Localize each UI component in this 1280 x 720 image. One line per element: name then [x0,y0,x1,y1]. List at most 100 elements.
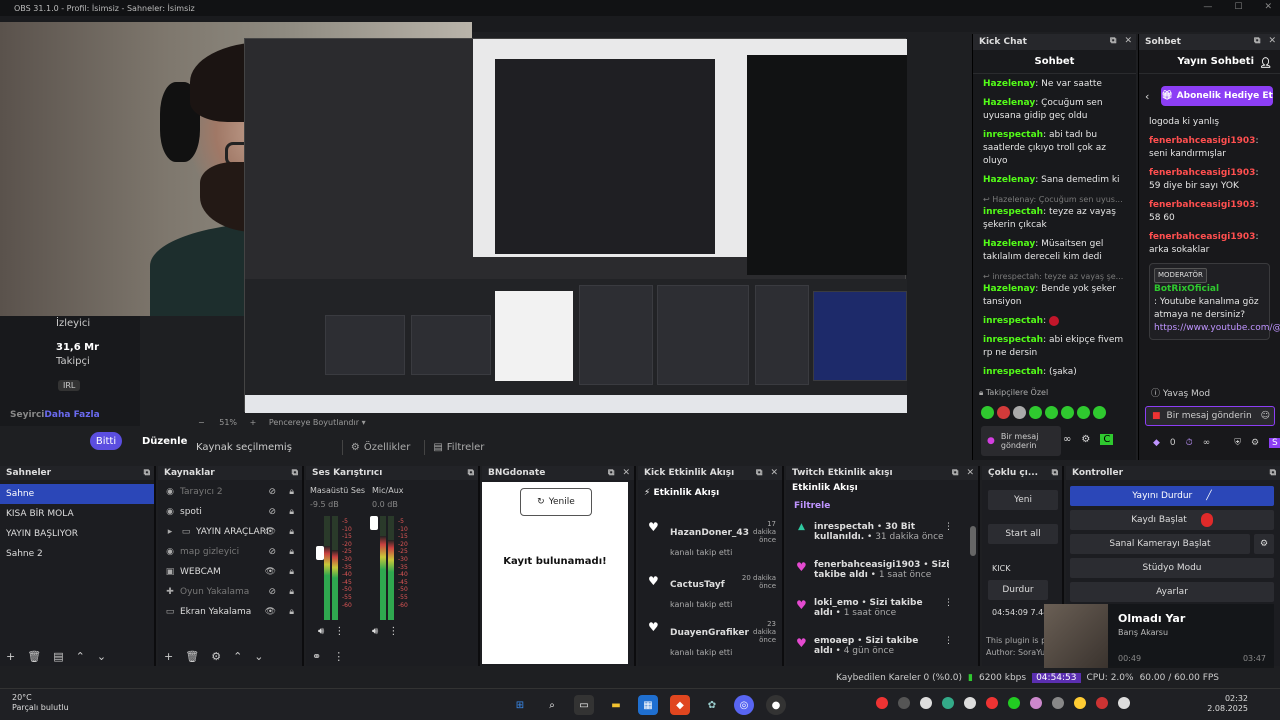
discord-icon[interactable]: ◎ [734,695,754,715]
chat-user[interactable]: fenerbahceasigi1903 [1149,168,1255,178]
close-icon[interactable]: ✕ [1264,2,1272,12]
more-icon[interactable]: ⋮ [388,626,398,637]
chat-user[interactable]: Hazelenay [983,175,1035,185]
chat-user[interactable]: inrespectah [983,316,1043,326]
gear-icon[interactable]: ⚙ [1081,434,1090,445]
speaker-icon[interactable]: 🔊︎ [318,626,324,637]
link-icon[interactable]: ⚭ [312,650,321,663]
gift-subscription-button[interactable]: 🎁︎ Abonelik Hediye Et [1161,86,1273,106]
undock-icon[interactable]: ⧉ [608,468,614,478]
obs-icon[interactable]: ● [766,695,786,715]
chat-user[interactable]: inrespectah [983,335,1043,345]
lock-icon[interactable]: 🔒︎ [289,507,294,517]
studio-mode-button[interactable]: Stüdyo Modu [1070,558,1274,578]
eye-off-icon[interactable]: ⊘ [268,507,276,517]
chat-user[interactable]: inrespectah [983,130,1043,140]
irl-tag[interactable]: IRL [58,380,81,391]
settings-app-icon[interactable]: ✿ [702,695,722,715]
speaker-icon[interactable]: 🔊︎ [372,626,378,637]
tray-icon[interactable] [1008,697,1020,709]
chevron-down-icon[interactable]: ⌄ [254,650,263,663]
chat-user[interactable]: fenerbahceasigi1903 [1149,136,1255,146]
feed-user[interactable]: CactusTayf [670,580,725,590]
search-icon[interactable]: ⌕ [542,695,562,715]
emote-icon[interactable] [997,406,1010,419]
tray-icon[interactable] [964,697,976,709]
undock-icon[interactable]: ⧉ [1052,468,1058,478]
undock-icon[interactable]: ⧉ [1254,36,1260,46]
timer-icon[interactable]: ⏱ [1186,438,1193,448]
close-icon[interactable]: ✕ [622,468,630,478]
settings-button[interactable]: Ayarlar [1070,582,1274,602]
tray-icon[interactable] [1030,697,1042,709]
filters-button[interactable]: ▤ Filtreler [424,439,492,455]
start-record-button[interactable]: Kaydı Başlat [1070,510,1274,530]
more-icon[interactable]: ⋮ [334,626,344,637]
eye-off-icon[interactable]: ⊘ [268,547,276,557]
infinity-icon[interactable]: ∞ [1063,434,1071,445]
virtual-camera-button[interactable]: Sanal Kamerayı Başlat [1070,534,1250,554]
close-icon[interactable]: ✕ [770,468,778,478]
emote-icon[interactable] [1029,406,1042,419]
chevron-right-icon[interactable]: ▸ [164,527,176,537]
store-icon[interactable]: ▦ [638,695,658,715]
windows-start-icon[interactable]: ⊞ [510,695,530,715]
more-icon[interactable]: ⋮ [333,650,344,663]
volume-slider[interactable] [370,516,378,530]
file-explorer-icon[interactable]: ▬ [606,695,626,715]
undock-icon[interactable]: ⧉ [756,468,762,478]
lock-icon[interactable]: 🔒︎ [289,527,294,537]
tray-icon[interactable] [942,697,954,709]
fit-to-window[interactable]: Pencereye Boyutlandır [269,418,359,427]
weather-widget[interactable]: 20°C Parçalı bulutlu [12,693,69,713]
chat-user[interactable]: BotRixOficial [1154,284,1219,294]
feed-user[interactable]: fenerbahceasigi1903 [814,560,920,570]
source-item[interactable]: ✚ Oyun Yakalama ⊘ 🔒︎ [158,582,302,602]
emote-icon[interactable] [1061,406,1074,419]
undock-icon[interactable]: ⧉ [952,468,958,478]
eye-icon[interactable]: 👁︎ [265,527,276,537]
users-icon[interactable]: 👤︎ [1259,58,1272,69]
task-view-icon[interactable]: ▭ [574,695,594,715]
add-icon[interactable]: + [6,650,15,663]
add-icon[interactable]: + [164,650,173,663]
emote-icon[interactable] [981,406,994,419]
chevron-up-icon[interactable]: ⌃ [233,650,242,663]
gear-icon[interactable]: ⚙ [211,650,221,663]
source-item[interactable]: ◉ Tarayıcı 2 ⊘ 🔒︎ [158,482,302,502]
scene-item[interactable]: KISA BİR MOLA [0,504,154,524]
clock[interactable]: 02:32 2.08.2025 [1207,694,1248,714]
tray-icon[interactable] [1118,697,1130,709]
tray-icon[interactable] [1052,697,1064,709]
close-icon[interactable]: ✕ [1124,36,1132,46]
trash-icon[interactable]: 🗑︎ [185,650,199,663]
mic-icon[interactable]: ● [987,436,995,446]
tray-icon[interactable] [986,697,998,709]
undock-icon[interactable]: ⧉ [1110,36,1116,46]
eye-icon[interactable]: 👁︎ [265,607,276,617]
minimize-icon[interactable]: — [1203,2,1212,12]
send-button[interactable]: C [1100,434,1114,445]
chevron-left-icon[interactable]: ‹ [1145,90,1149,103]
feed-user[interactable]: loki_emo [814,598,859,608]
source-item[interactable]: ◉ map gizleyici ⊘ 🔒︎ [158,542,302,562]
stop-button[interactable]: Durdur [988,580,1048,600]
undock-icon[interactable]: ⧉ [1270,468,1276,478]
send-button[interactable]: S [1269,438,1280,448]
tray-icon[interactable] [1096,697,1108,709]
chevron-down-icon[interactable]: ▾ [362,418,366,427]
chat-user[interactable]: inrespectah [983,207,1043,217]
more-icon[interactable]: ⋮ [944,598,953,608]
more-link[interactable]: Daha Fazla [44,410,99,420]
source-item[interactable]: ▣ WEBCAM 👁︎ 🔒︎ [158,562,302,582]
chat-user[interactable]: Hazelenay [983,239,1035,249]
preview-canvas[interactable] [244,38,907,413]
lock-icon[interactable]: 🔒︎ [289,607,294,617]
done-button[interactable]: Bitti [90,432,122,450]
undock-icon[interactable]: ⧉ [292,468,298,478]
properties-button[interactable]: ⚙ Özellikler [341,439,418,455]
emote-icon[interactable] [1077,406,1090,419]
tray-icon[interactable] [898,697,910,709]
feed-user[interactable]: DuayenGrafiker [670,628,749,638]
source-item[interactable]: ◉ spoti ⊘ 🔒︎ [158,502,302,522]
